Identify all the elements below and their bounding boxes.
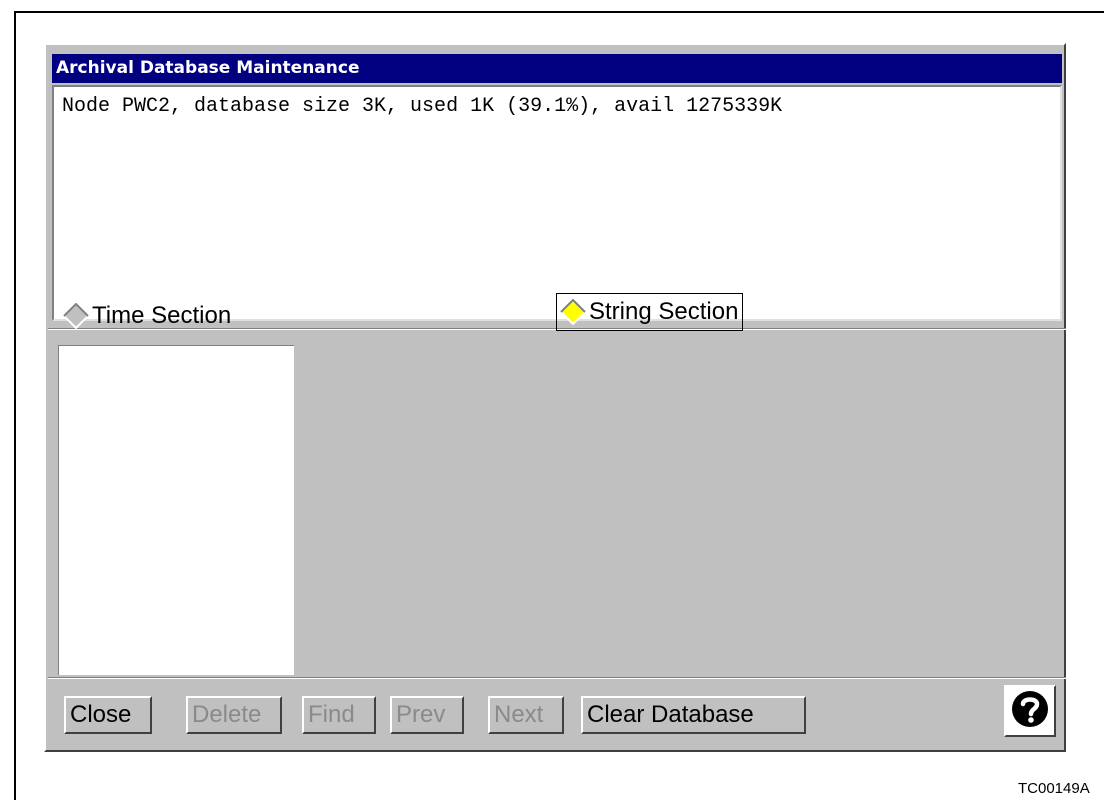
help-icon (1010, 689, 1050, 734)
archival-database-window: Archival Database Maintenance Node PWC2,… (44, 43, 1066, 752)
window-title: Archival Database Maintenance (52, 54, 1062, 83)
help-button[interactable] (1004, 685, 1056, 737)
figure-code: TC00149A (1018, 780, 1090, 797)
time-section-radio[interactable]: Time Section (62, 297, 231, 335)
prev-button[interactable]: Prev (390, 696, 464, 734)
database-status-text: Node PWC2, database size 3K, used 1K (39… (52, 85, 1062, 321)
entries-list[interactable] (58, 345, 294, 675)
radio-diamond-icon (62, 302, 90, 330)
next-button[interactable]: Next (488, 696, 564, 734)
string-section-radio[interactable]: String Section (556, 293, 744, 331)
time-section-label: Time Section (92, 302, 232, 329)
toolbar-divider (48, 677, 1066, 679)
delete-button[interactable]: Delete (186, 696, 282, 734)
string-section-label: String Section (589, 298, 739, 325)
clear-database-button[interactable]: Clear Database (581, 696, 806, 734)
radio-diamond-selected-icon (559, 298, 587, 326)
find-button[interactable]: Find (302, 696, 376, 734)
close-button[interactable]: Close (64, 696, 152, 734)
